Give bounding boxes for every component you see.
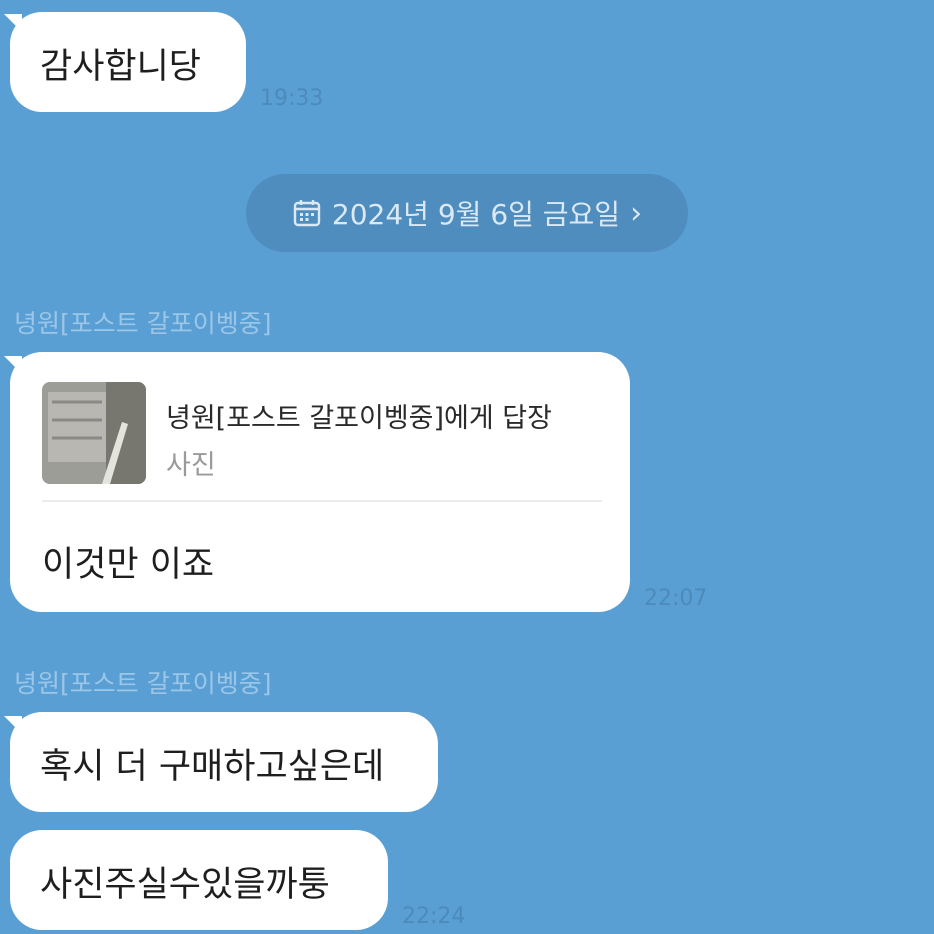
message-bubble[interactable]: 사진주실수있을까퉁: [10, 830, 388, 930]
message-text: 혹시 더 구매하고싶은데: [40, 747, 385, 787]
reply-type-label: 사진: [166, 450, 216, 481]
chevron-right-icon: ›: [630, 195, 643, 231]
message-text: 사진주실수있을까퉁: [40, 865, 330, 905]
message-text: 이것만 이죠: [42, 545, 215, 585]
sender-name: 녕원[포스트 갈포이벵중]: [14, 669, 272, 698]
message-timestamp: 22:07: [644, 586, 708, 611]
date-separator[interactable]: 2024년 9월 6일 금요일 ›: [246, 174, 688, 252]
message-timestamp: 22:24: [402, 904, 466, 929]
message-timestamp: 19:33: [260, 86, 324, 111]
reply-photo-thumbnail[interactable]: [42, 382, 146, 484]
sender-name: 녕원[포스트 갈포이벵중]: [14, 309, 272, 338]
date-label: 2024년 9월 6일 금요일: [331, 198, 621, 231]
calendar-icon: [292, 198, 322, 228]
message-bubble[interactable]: 혹시 더 구매하고싶은데: [10, 712, 438, 812]
message-bubble[interactable]: 감사합니당: [10, 12, 246, 112]
reply-title: 녕원[포스트 갈포이벵중]에게 답장: [166, 403, 552, 434]
message-text: 감사합니당: [40, 47, 202, 87]
reply-divider: [42, 500, 602, 502]
